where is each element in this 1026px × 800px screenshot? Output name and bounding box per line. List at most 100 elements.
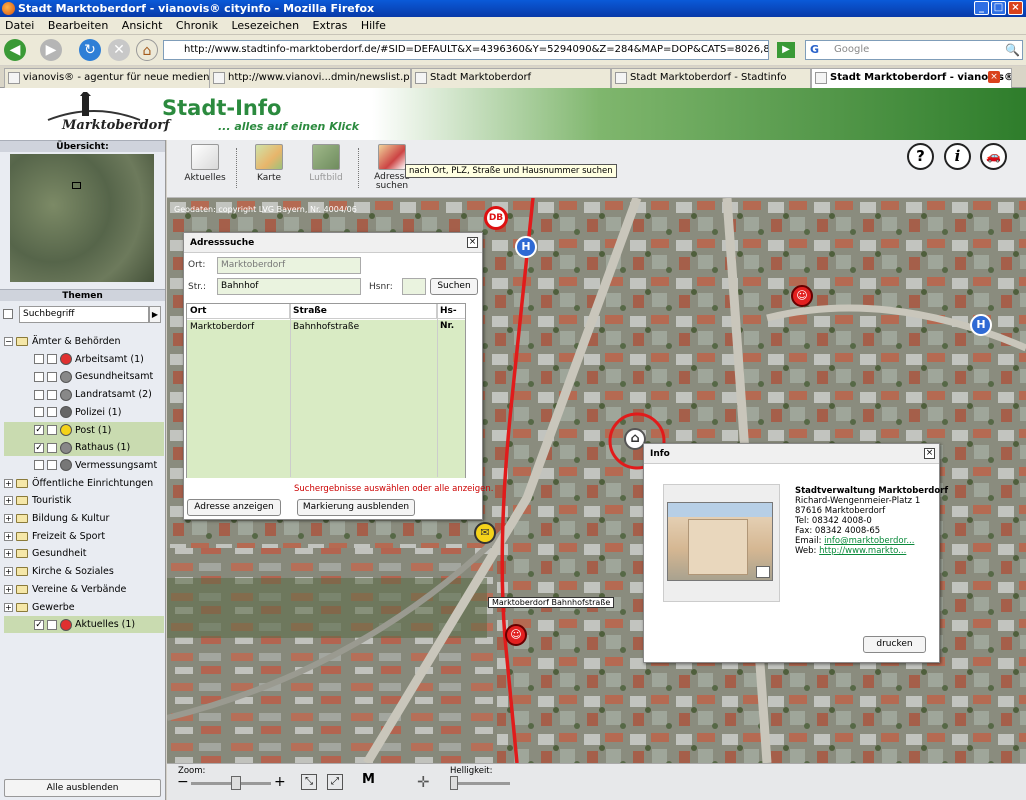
- bus-stop-icon[interactable]: H: [515, 236, 537, 258]
- theme-checkbox[interactable]: ✓: [34, 425, 44, 435]
- car-icon[interactable]: 🚗: [980, 143, 1007, 170]
- tree-row[interactable]: ✓ Aktuelles (1): [4, 616, 164, 634]
- table-row[interactable]: [187, 320, 465, 478]
- tab-vianovis[interactable]: vianovis® - agentur für neue medien: [4, 68, 216, 88]
- measure-icon[interactable]: M: [362, 772, 375, 787]
- tree-row[interactable]: + Gewerbe: [4, 599, 164, 616]
- search-arrow-icon[interactable]: ▶: [149, 306, 161, 323]
- theme-checkbox[interactable]: [34, 460, 44, 471]
- tree-row[interactable]: + Öffentliche Einrichtungen: [4, 475, 164, 492]
- web-link[interactable]: http://www.markto...: [819, 546, 906, 556]
- aktuelles-marker-icon[interactable]: ☺: [505, 624, 527, 646]
- zoom-slider-handle[interactable]: [231, 776, 241, 790]
- home-icon[interactable]: ⌂: [136, 39, 158, 61]
- ort-input[interactable]: Marktoberdorf: [217, 257, 361, 274]
- tree-row[interactable]: Landratsamt (2): [4, 386, 164, 403]
- post-marker-icon[interactable]: ✉: [474, 522, 496, 544]
- minimize-button[interactable]: _: [974, 1, 989, 15]
- forward-arrow-icon[interactable]: ▶: [40, 39, 62, 61]
- close-tab-icon[interactable]: ×: [988, 71, 1000, 83]
- expander-icon[interactable]: +: [4, 496, 13, 506]
- expander-icon[interactable]: +: [4, 584, 13, 594]
- tree-row[interactable]: + Kirche & Soziales: [4, 563, 164, 580]
- expander-icon[interactable]: +: [4, 531, 13, 541]
- help-icon[interactable]: ?: [907, 143, 934, 170]
- theme-checkbox[interactable]: [34, 371, 44, 382]
- theme-checkbox[interactable]: ✓: [34, 619, 44, 630]
- close-info-window-icon[interactable]: ×: [924, 448, 935, 459]
- theme-label-checkbox[interactable]: [47, 425, 57, 435]
- hide-marker-button[interactable]: Markierung ausblenden: [297, 499, 415, 516]
- url-input[interactable]: http://www.stadtinfo-marktoberdorf.de/#S…: [163, 40, 769, 60]
- col-header-hsnr[interactable]: Hs-Nr.: [437, 304, 465, 331]
- brightness-slider-track[interactable]: [450, 782, 510, 785]
- tree-row[interactable]: + Freizeit & Sport: [4, 528, 164, 545]
- print-button[interactable]: drucken: [863, 636, 926, 653]
- tree-row[interactable]: + Bildung & Kultur: [4, 510, 164, 527]
- tree-row[interactable]: Polizei (1): [4, 404, 164, 421]
- hide-all-button[interactable]: Alle ausblenden: [4, 779, 161, 797]
- pan-crosshair-icon[interactable]: ✛: [417, 773, 430, 791]
- zoom-window-icon[interactable]: ⤢: [327, 774, 343, 790]
- theme-checkbox[interactable]: ✓: [34, 442, 44, 453]
- aktuelles-button[interactable]: Aktuelles: [177, 144, 233, 183]
- expander-icon[interactable]: +: [4, 567, 13, 577]
- tree-row[interactable]: + Gesundheit: [4, 545, 164, 562]
- col-header-strasse[interactable]: Straße: [290, 304, 437, 319]
- theme-search-input[interactable]: Suchbegriff: [19, 306, 149, 323]
- tab-stadt-marktoberdorf[interactable]: Stadt Marktoberdorf: [411, 68, 611, 88]
- select-all-checkbox[interactable]: [3, 309, 13, 319]
- maximize-button[interactable]: □: [991, 1, 1006, 15]
- zoom-out-icon[interactable]: −: [177, 774, 189, 790]
- menu-extras[interactable]: Extras: [308, 17, 353, 32]
- theme-label-checkbox[interactable]: [47, 371, 57, 382]
- close-window-button[interactable]: ×: [1008, 1, 1023, 15]
- tree-row[interactable]: Gesundheitsamt: [4, 368, 164, 385]
- db-station-icon[interactable]: DB: [484, 206, 508, 230]
- enlarge-photo-icon[interactable]: [756, 566, 770, 578]
- brightness-slider-handle[interactable]: [450, 776, 458, 790]
- menu-datei[interactable]: Datei: [0, 17, 39, 32]
- tree-row[interactable]: Vermessungsamt: [4, 457, 164, 474]
- theme-checkbox[interactable]: [34, 354, 44, 365]
- tree-row[interactable]: + Touristik: [4, 492, 164, 509]
- zoom-extent-icon[interactable]: ⤡: [301, 774, 317, 790]
- stop-icon[interactable]: ✕: [108, 39, 130, 61]
- theme-label-checkbox[interactable]: [47, 389, 57, 400]
- theme-label-checkbox[interactable]: [47, 407, 57, 418]
- expander-icon[interactable]: +: [4, 602, 13, 612]
- search-icon[interactable]: 🔍: [1005, 43, 1020, 57]
- theme-label-checkbox[interactable]: [47, 354, 57, 365]
- google-search-input[interactable]: Google: [805, 40, 1023, 60]
- theme-checkbox[interactable]: [34, 389, 44, 400]
- luftbild-button[interactable]: Luftbild: [298, 144, 354, 183]
- str-input[interactable]: Bahnhof: [217, 278, 361, 295]
- overview-map[interactable]: [10, 154, 154, 282]
- expander-icon[interactable]: −: [4, 337, 13, 346]
- menu-bearbeiten[interactable]: Bearbeiten: [43, 17, 113, 32]
- aktuelles-marker-icon[interactable]: ☺: [791, 285, 813, 307]
- tab-stadtinfo[interactable]: Stadt Marktoberdorf - Stadtinfo: [611, 68, 811, 88]
- menu-chronik[interactable]: Chronik: [171, 17, 223, 32]
- show-address-button[interactable]: Adresse anzeigen: [187, 499, 281, 516]
- hsnr-input[interactable]: [402, 278, 426, 295]
- tree-row[interactable]: + Vereine & Verbände: [4, 581, 164, 598]
- google-icon[interactable]: G: [808, 43, 821, 56]
- theme-label-checkbox[interactable]: [47, 460, 57, 471]
- karte-button[interactable]: Karte: [241, 144, 297, 183]
- theme-checkbox[interactable]: [34, 407, 44, 418]
- tree-row[interactable]: − Ämter & Behörden: [4, 333, 164, 350]
- expander-icon[interactable]: +: [4, 514, 13, 523]
- zoom-in-icon[interactable]: +: [274, 774, 286, 790]
- bus-stop-icon[interactable]: H: [970, 314, 992, 336]
- info-icon[interactable]: i: [944, 143, 971, 170]
- tree-row[interactable]: Arbeitsamt (1): [4, 351, 164, 368]
- theme-label-checkbox[interactable]: [47, 442, 57, 453]
- go-icon[interactable]: ▶: [777, 42, 795, 58]
- back-arrow-icon[interactable]: ◀: [4, 39, 26, 61]
- tree-row[interactable]: ✓ Post (1): [4, 421, 164, 439]
- theme-label-checkbox[interactable]: [47, 619, 57, 630]
- menu-ansicht[interactable]: Ansicht: [117, 17, 168, 32]
- search-button[interactable]: Suchen: [430, 278, 478, 295]
- close-address-window-icon[interactable]: ×: [467, 237, 478, 248]
